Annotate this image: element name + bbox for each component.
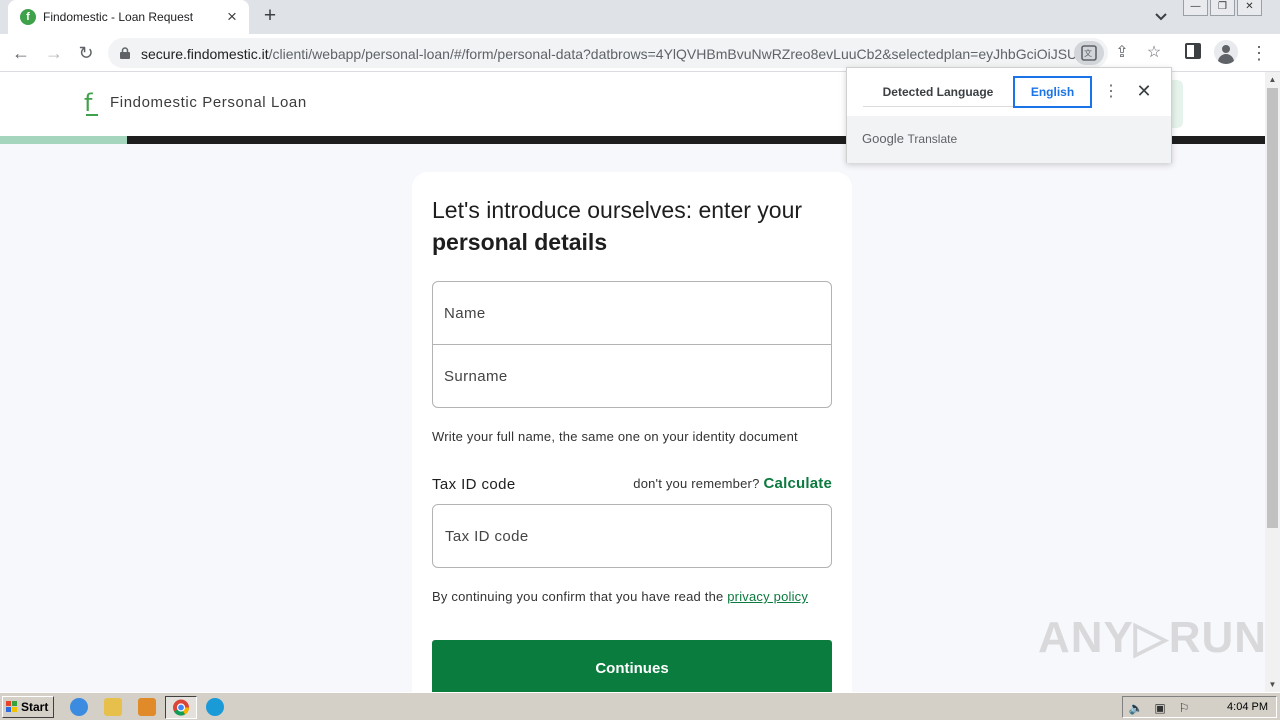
more-options-icon[interactable]: ⋮ xyxy=(1103,81,1119,103)
name-input-group xyxy=(432,281,832,408)
tax-id-label: Tax ID code xyxy=(432,476,516,493)
findomestic-favicon-icon: f xyxy=(20,9,36,25)
continue-button[interactable]: Continues xyxy=(432,640,832,696)
tax-id-field xyxy=(432,504,832,568)
start-button[interactable]: Start xyxy=(2,696,54,718)
network-icon[interactable]: ▣ xyxy=(1152,700,1168,716)
windows-taskbar: Start 🔈 ▣ ⚐ 4:04 PM xyxy=(0,692,1280,720)
volume-icon[interactable]: 🔈 xyxy=(1128,700,1144,716)
action-center-flag-icon[interactable]: ⚐ xyxy=(1176,700,1192,716)
translate-page-button[interactable]: 文 xyxy=(1074,41,1104,65)
url-text[interactable]: secure.findomestic.it/clienti/webapp/per… xyxy=(141,46,1081,62)
profile-avatar-icon[interactable] xyxy=(1214,40,1238,64)
url-host: secure.findomestic.it xyxy=(141,46,269,62)
svg-text:文: 文 xyxy=(1084,48,1092,58)
detected-language-tab[interactable]: Detected Language xyxy=(863,77,1013,107)
chrome-menu-icon[interactable]: ⋮ xyxy=(1250,42,1268,64)
translate-icon: 文 xyxy=(1081,45,1097,61)
anyrun-watermark: ANY▷RUN xyxy=(1038,613,1268,662)
findomestic-logo-icon[interactable]: f xyxy=(84,90,92,116)
start-label: Start xyxy=(21,700,49,714)
brand-google: Google xyxy=(862,131,904,146)
translate-footer: Google Translate xyxy=(847,116,1171,163)
close-window-button[interactable]: ✕ xyxy=(1237,0,1262,16)
taskbar-clock[interactable]: 4:04 PM xyxy=(1227,701,1268,713)
window-controls: — ❐ ✕ xyxy=(1183,0,1273,18)
name-field-wrapper xyxy=(433,282,831,345)
english-language-tab[interactable]: English xyxy=(1013,76,1092,108)
calculate-link[interactable]: Calculate xyxy=(764,475,833,492)
consent-text: By continuing you confirm that you have … xyxy=(432,589,724,604)
personal-data-card: Let's introduce ourselves: enter your pe… xyxy=(412,172,852,720)
back-arrow-icon[interactable]: ← xyxy=(10,42,32,64)
system-tray: 🔈 ▣ ⚐ 4:04 PM xyxy=(1122,696,1277,718)
surname-field-wrapper xyxy=(433,345,831,407)
scroll-down-arrow-icon[interactable]: ▼ xyxy=(1265,677,1280,692)
close-popup-icon[interactable]: ✕ xyxy=(1135,80,1153,102)
privacy-consent: By continuing you confirm that you have … xyxy=(432,589,808,604)
share-icon[interactable]: ⇪ xyxy=(1112,43,1132,63)
lock-icon[interactable] xyxy=(120,47,130,59)
address-bar[interactable]: secure.findomestic.it/clienti/webapp/per… xyxy=(108,38,1161,68)
page-title: Let's introduce ourselves: enter your pe… xyxy=(432,194,832,258)
page-scrollbar[interactable]: ▲ ▼ xyxy=(1265,72,1280,692)
privacy-policy-link[interactable]: privacy policy xyxy=(727,589,808,604)
brand-translate: Translate xyxy=(907,132,958,146)
new-tab-button[interactable]: + xyxy=(259,5,281,27)
page-title-bold: personal details xyxy=(432,229,608,255)
translate-popup: Detected Language English ⋮ ✕ Google Tra… xyxy=(846,67,1172,163)
chrome-icon xyxy=(173,699,190,716)
google-translate-brand: Google Translate xyxy=(862,131,957,146)
folder-icon[interactable] xyxy=(104,698,122,716)
tab-title: Findomestic - Loan Request xyxy=(43,10,194,24)
site-name: Findomestic Personal Loan xyxy=(110,94,307,111)
chrome-taskbar-button[interactable] xyxy=(165,696,197,719)
scroll-up-arrow-icon[interactable]: ▲ xyxy=(1265,72,1280,87)
name-input[interactable] xyxy=(433,282,831,345)
tab-close-icon[interactable]: × xyxy=(223,8,241,26)
scroll-thumb[interactable] xyxy=(1267,88,1278,528)
tax-id-question: don't you remember? xyxy=(633,476,760,491)
windows-flag-icon xyxy=(6,701,18,713)
media-player-icon[interactable] xyxy=(138,698,156,716)
restore-window-button[interactable]: ❐ xyxy=(1210,0,1235,16)
bookmark-star-icon[interactable]: ☆ xyxy=(1144,43,1164,63)
tab-strip: f Findomestic - Loan Request × + — ❐ ✕ xyxy=(0,0,1280,34)
minimize-window-button[interactable]: — xyxy=(1183,0,1208,16)
name-hint: Write your full name, the same one on yo… xyxy=(432,429,798,444)
internet-explorer-icon[interactable] xyxy=(70,698,88,716)
browser-tab[interactable]: f Findomestic - Loan Request × xyxy=(8,0,249,34)
tax-id-input[interactable] xyxy=(433,505,831,567)
page-title-line: Let's introduce ourselves: enter your xyxy=(432,197,803,223)
side-panel-icon[interactable] xyxy=(1185,43,1201,59)
progress-bar-fill xyxy=(0,136,127,144)
surname-input[interactable] xyxy=(433,345,831,407)
edge-icon[interactable] xyxy=(206,698,224,716)
forward-arrow-icon[interactable]: → xyxy=(43,42,65,64)
logo-underline xyxy=(86,114,98,116)
reload-icon[interactable]: ↻ xyxy=(75,42,97,64)
url-path: /clienti/webapp/personal-loan/#/form/per… xyxy=(268,46,1081,62)
tab-search-chevron-icon[interactable] xyxy=(1151,8,1171,26)
tax-id-help: don't you remember? Calculate xyxy=(633,475,832,492)
